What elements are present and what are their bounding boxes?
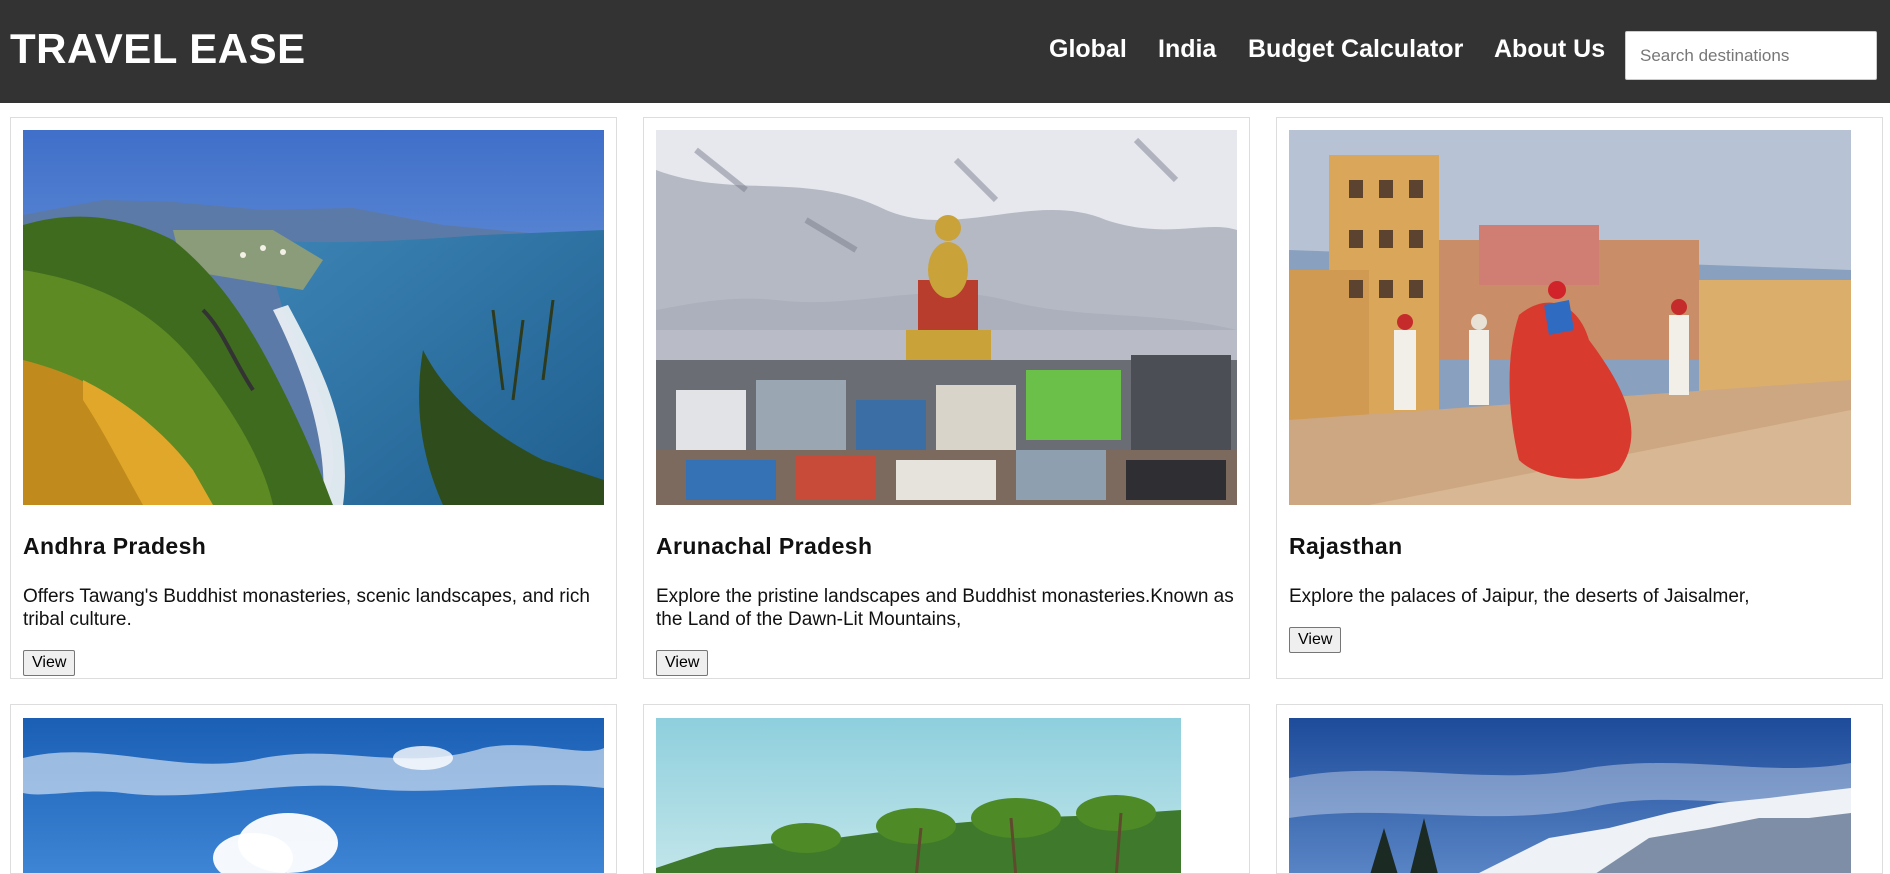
view-button[interactable]: View: [656, 650, 709, 676]
site-logo[interactable]: TRAVEL EASE: [10, 24, 306, 74]
destination-card: [1276, 704, 1883, 874]
destination-card-rajasthan: Rajasthan Explore the palaces of Jaipur,…: [1276, 117, 1883, 679]
destination-photo[interactable]: [656, 718, 1181, 873]
nav-link-about-us[interactable]: About Us: [1494, 32, 1605, 66]
nav-link-india[interactable]: India: [1158, 32, 1216, 66]
rajasthan-photo[interactable]: [1289, 130, 1851, 505]
destination-photo[interactable]: [23, 718, 604, 873]
top-navigation-bar: TRAVEL EASE Global India Budget Calculat…: [0, 0, 1890, 103]
arunachal-pradesh-photo[interactable]: [656, 130, 1237, 505]
destination-title: Rajasthan: [1289, 533, 1403, 559]
andhra-pradesh-photo[interactable]: [23, 130, 604, 505]
destination-description: Explore the pristine landscapes and Budd…: [656, 586, 1234, 630]
nav-link-budget-calculator[interactable]: Budget Calculator: [1248, 32, 1463, 66]
destination-card-andhra-pradesh: Andhra Pradesh Offers Tawang's Buddhist …: [10, 117, 617, 679]
destination-description: Explore the palaces of Jaipur, the deser…: [1289, 586, 1750, 607]
view-button[interactable]: View: [23, 650, 76, 676]
destination-card: [643, 704, 1250, 874]
destination-card: [10, 704, 617, 874]
nav-link-global[interactable]: Global: [1049, 32, 1127, 66]
destination-photo[interactable]: [1289, 718, 1851, 873]
destination-card-arunachal-pradesh: Arunachal Pradesh Explore the pristine l…: [643, 117, 1250, 679]
destination-title: Arunachal Pradesh: [656, 533, 873, 559]
search-input[interactable]: [1625, 31, 1877, 80]
view-button[interactable]: View: [1289, 627, 1342, 653]
destination-title: Andhra Pradesh: [23, 533, 207, 559]
destination-description: Offers Tawang's Buddhist monasteries, sc…: [23, 586, 590, 630]
